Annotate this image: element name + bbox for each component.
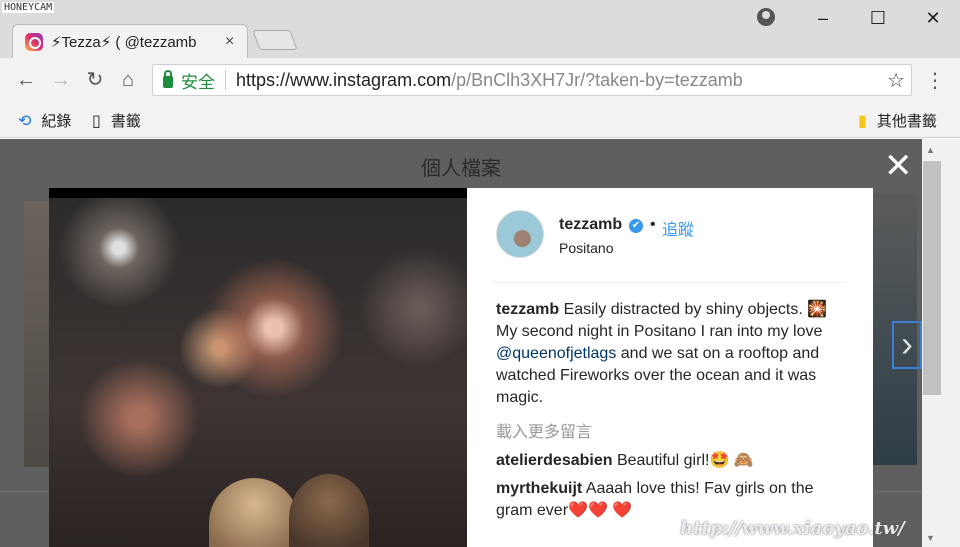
page-scrollbar[interactable]: ▲ ▼ — [922, 139, 960, 547]
scroll-up-arrow-icon[interactable]: ▲ — [926, 145, 935, 155]
post-caption: tezzamb Easily distracted by shiny objec… — [496, 299, 852, 409]
instagram-icon — [25, 32, 43, 51]
bookmark-star-icon[interactable]: ☆ — [887, 68, 905, 93]
page-icon: ▯ — [92, 112, 101, 130]
photo-figure-left — [209, 478, 299, 547]
window-close-button[interactable]: ✕ — [918, 8, 948, 29]
comment-username[interactable]: atelierdesabien — [496, 452, 613, 469]
bookmark-other-label: 其他書籤 — [876, 113, 937, 130]
minimize-button[interactable]: – — [808, 8, 838, 29]
bookmarks-bar: ⟲ 紀錄 ▯ 書籤 ▮ 其他書籤 — [0, 102, 960, 138]
background-photo-left — [24, 201, 50, 467]
close-modal-icon[interactable]: ✕ — [884, 149, 913, 183]
page-content: 個人檔案 ✕ › tezzamb ✔ • 追蹤 Positano tezzamb… — [0, 139, 922, 547]
site-watermark: http://www.xiaoyao.tw/ — [680, 518, 905, 539]
header-divider — [493, 282, 845, 283]
comment-item: myrthekuijt Aaaah love this! Fav girls o… — [496, 478, 852, 522]
avatar[interactable] — [496, 210, 544, 258]
back-arrow-icon[interactable]: ← — [12, 66, 40, 94]
tab-close-icon[interactable]: × — [225, 33, 234, 51]
caption-username[interactable]: tezzamb — [496, 301, 559, 318]
history-icon: ⟲ — [18, 112, 32, 130]
lock-icon — [163, 70, 173, 88]
scroll-down-arrow-icon[interactable]: ▼ — [926, 533, 935, 543]
recorder-watermark: HONEYCAM — [2, 2, 55, 13]
bookmark-history[interactable]: ⟲ 紀錄 — [18, 110, 71, 131]
post-details-panel: tezzamb ✔ • 追蹤 Positano tezzamb Easily d… — [467, 188, 873, 547]
url-path: /p/BnClh3XH7Jr/?taken-by=tezzamb — [451, 69, 743, 90]
secure-label: 安全 — [181, 72, 215, 92]
maximize-button[interactable]: ☐ — [863, 8, 893, 29]
comment-text: Beautiful girl!🤩 🙈 — [612, 452, 754, 469]
post-username[interactable]: tezzamb — [559, 216, 622, 234]
home-icon[interactable]: ⌂ — [114, 66, 142, 94]
url-text[interactable]: https://www.instagram.com/p/BnClh3XH7Jr/… — [236, 70, 743, 91]
verified-badge-icon: ✔ — [629, 219, 643, 233]
post-photo[interactable] — [49, 188, 467, 547]
photo-figure-right — [289, 474, 369, 547]
forward-arrow-icon[interactable]: → — [47, 66, 75, 94]
scrollbar-thumb[interactable] — [923, 161, 941, 395]
browser-menu-icon[interactable]: ⋮ — [925, 68, 945, 93]
profile-icon[interactable] — [757, 8, 775, 26]
separator-dot: • — [650, 216, 656, 233]
bookmark-other[interactable]: ▮ 其他書籤 — [858, 110, 937, 131]
browser-window: HONEYCAM ⚡Tezza⚡ ( @tezzamb × – ☐ ✕ ← → … — [0, 0, 960, 547]
url-host: https://www.instagram.com — [236, 69, 452, 90]
comment-item: atelierdesabien Beautiful girl!🤩 🙈 — [496, 450, 852, 472]
reload-icon[interactable]: ↻ — [81, 66, 109, 94]
next-post-arrow-icon[interactable]: › — [892, 321, 922, 369]
omnibox-divider — [225, 70, 226, 90]
browser-toolbar: ← → ↻ ⌂ 安全 https://www.instagram.com/p/B… — [0, 58, 960, 102]
browser-tab[interactable]: ⚡Tezza⚡ ( @tezzamb × — [12, 24, 248, 58]
folder-icon: ▮ — [858, 112, 867, 130]
tab-title: ⚡Tezza⚡ ( @tezzamb — [51, 33, 197, 51]
post-location[interactable]: Positano — [559, 240, 613, 256]
bookmark-bookmarks[interactable]: ▯ 書籤 — [92, 110, 141, 131]
address-bar[interactable]: 安全 https://www.instagram.com/p/BnClh3XH7… — [152, 64, 912, 96]
follow-button[interactable]: 追蹤 — [662, 216, 694, 240]
title-bar: HONEYCAM ⚡Tezza⚡ ( @tezzamb × – ☐ ✕ — [0, 0, 960, 58]
bookmark-bookmarks-label: 書籤 — [110, 113, 141, 130]
load-more-comments-link[interactable]: 載入更多留言 — [496, 418, 592, 442]
caption-mention-link[interactable]: @queenofjetlags — [496, 345, 616, 362]
comment-username[interactable]: myrthekuijt — [496, 480, 582, 497]
bookmark-history-label: 紀錄 — [41, 113, 72, 130]
new-tab-button[interactable] — [252, 30, 298, 50]
